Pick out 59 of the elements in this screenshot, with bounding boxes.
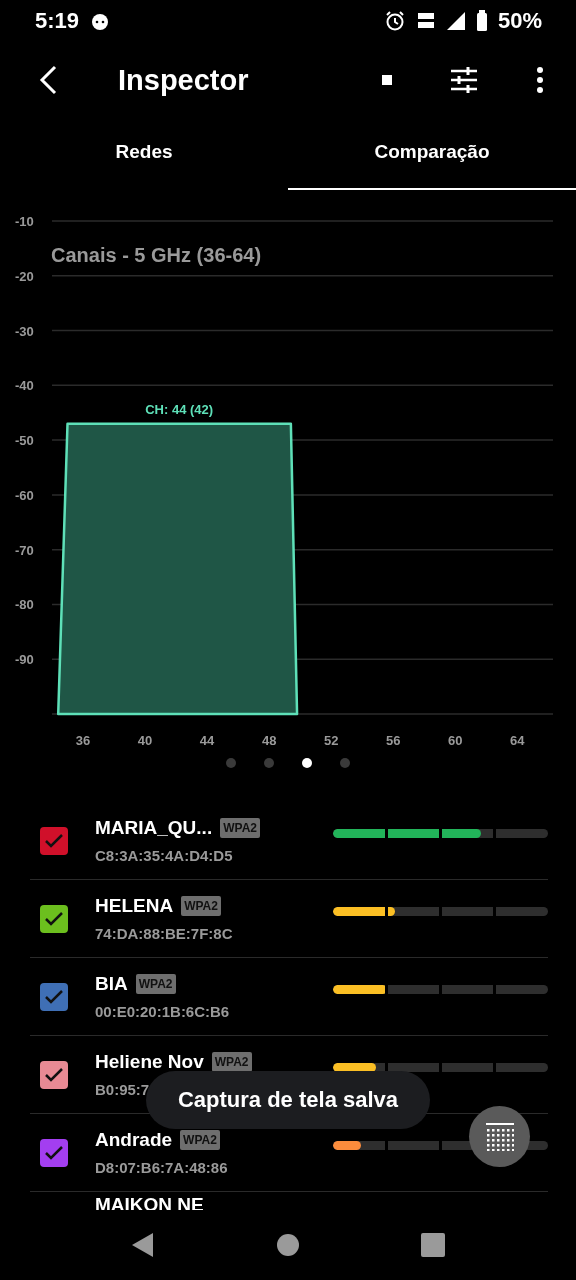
mac-address: 00:E0:20:1B:6C:B6 <box>95 1003 231 1020</box>
check-icon <box>44 1066 64 1083</box>
y-tick-label: -20 <box>15 268 34 284</box>
mac-address: D8:07:B6:7A:48:86 <box>95 1159 229 1176</box>
status-time: 5:19 <box>35 8 80 34</box>
network-checkbox[interactable] <box>40 982 68 1011</box>
more-icon <box>536 67 544 93</box>
network-name: Andrade <box>95 1129 173 1151</box>
check-icon <box>44 832 64 849</box>
check-icon <box>44 988 64 1005</box>
x-tick-label: 56 <box>386 733 401 748</box>
x-tick-label: 40 <box>137 733 153 748</box>
x-tick-label: 60 <box>448 733 463 748</box>
page-dot[interactable] <box>340 758 350 768</box>
sliders-icon <box>450 67 478 93</box>
security-tag: WPA2 <box>220 818 260 838</box>
x-tick-label: 52 <box>323 733 339 748</box>
network-checkbox[interactable] <box>40 1060 68 1089</box>
network-checkbox[interactable] <box>40 904 68 933</box>
y-tick-label: -10 <box>15 214 34 229</box>
chart-title: Canais - 5 GHz (36-64) <box>51 244 262 266</box>
mac-address: 74:DA:88:BE:7F:8C <box>95 925 234 942</box>
check-icon <box>44 1144 64 1161</box>
check-icon <box>44 910 64 927</box>
battery-percentage: 50% <box>497 8 542 34</box>
signal-icon <box>445 11 466 31</box>
y-tick-label: -40 <box>15 378 34 394</box>
y-tick-label: -70 <box>15 542 34 558</box>
x-tick-label: 48 <box>261 733 277 748</box>
security-tag: WPA2 <box>180 1130 220 1150</box>
page-dot[interactable] <box>226 758 236 768</box>
x-tick-label: 36 <box>75 733 91 748</box>
stop-icon <box>382 75 392 85</box>
tab[interactable]: Comparação <box>288 118 576 190</box>
battery-icon <box>475 10 488 32</box>
page-dot[interactable] <box>264 758 274 768</box>
y-tick-label: -30 <box>15 323 34 339</box>
grid-icon <box>485 1122 514 1151</box>
y-tick-label: -50 <box>15 433 34 449</box>
page-dot[interactable] <box>302 758 312 768</box>
network-name: Heliene Nov <box>95 1051 204 1073</box>
channel-label: CH: 44 (42) <box>145 401 214 417</box>
chevron-left-icon <box>38 64 58 96</box>
security-tag: WPA2 <box>181 896 221 916</box>
tab[interactable]: Redes <box>0 118 288 190</box>
network-checkbox[interactable] <box>40 826 68 855</box>
screen-title: Inspector <box>118 63 250 97</box>
y-tick-label: -90 <box>15 652 34 668</box>
security-tag: WPA2 <box>135 974 176 994</box>
network-name: BIA <box>95 973 128 995</box>
network-name: HELENA <box>95 895 174 917</box>
security-tag: WPA2 <box>211 1052 252 1072</box>
network-checkbox[interactable] <box>40 1138 68 1167</box>
y-tick-label: -80 <box>15 597 34 613</box>
x-tick-label: 44 <box>199 733 215 748</box>
network-name: MARIA_QU... <box>95 817 213 839</box>
mac-address: C8:3A:35:4A:D4:D5 <box>95 847 234 864</box>
x-tick-label: 64 <box>510 733 525 748</box>
y-tick-label: -60 <box>15 487 34 503</box>
